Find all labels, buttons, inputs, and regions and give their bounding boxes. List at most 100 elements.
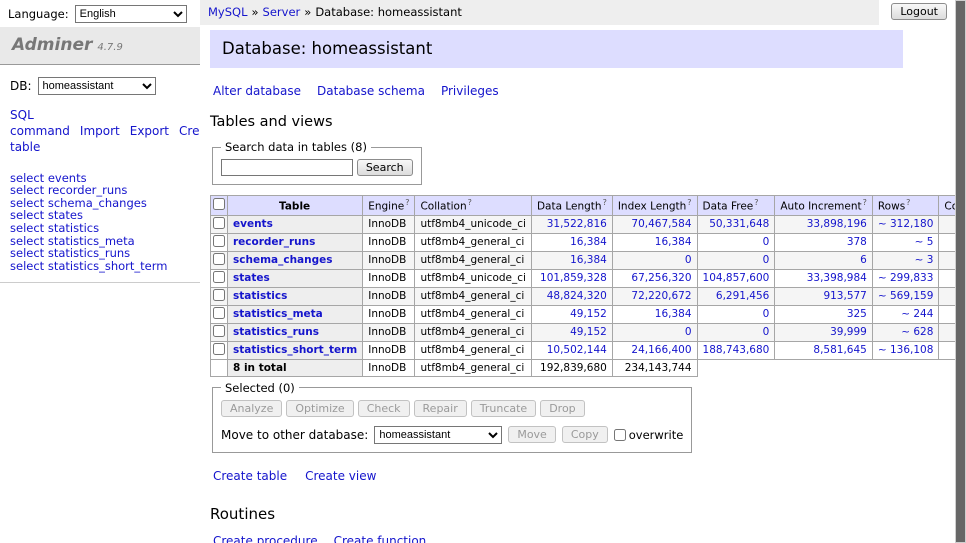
rows-link[interactable]: ~ 628 — [901, 326, 933, 338]
data-length-link[interactable]: 101,859,328 — [540, 272, 607, 284]
row-checkbox[interactable] — [213, 307, 225, 319]
bulk-action-button[interactable]: Truncate — [471, 400, 536, 417]
row-checkbox-cell — [211, 269, 228, 287]
row-checkbox[interactable] — [213, 343, 225, 355]
auto-increment-link[interactable]: 33,398,984 — [807, 272, 867, 284]
sidebar-link[interactable]: Import — [80, 124, 120, 138]
search-input[interactable] — [221, 159, 353, 176]
data-free-link[interactable]: 50,331,648 — [709, 218, 769, 230]
overwrite-checkbox[interactable] — [614, 429, 626, 441]
index-length-link[interactable]: 0 — [685, 254, 692, 266]
table-link[interactable]: statistics — [233, 290, 287, 302]
bulk-action-button[interactable]: Optimize — [286, 400, 353, 417]
logout-button[interactable]: Logout — [891, 3, 947, 20]
language-select[interactable]: English — [75, 5, 187, 23]
rows-link[interactable]: ~ 299,833 — [878, 272, 934, 284]
table-link[interactable]: events — [233, 218, 273, 230]
data-length-link[interactable]: 48,824,320 — [547, 290, 607, 302]
row-checkbox[interactable] — [213, 217, 225, 229]
routine-link[interactable]: Create procedure — [213, 534, 318, 543]
data-free-link[interactable]: 0 — [763, 236, 770, 248]
routine-link[interactable]: Create function — [334, 534, 427, 543]
table-link[interactable]: recorder_runs — [233, 236, 315, 248]
move-db-select[interactable]: homeassistant — [374, 426, 502, 444]
help-link[interactable]: ? — [603, 198, 607, 207]
data-free-link[interactable]: 104,857,600 — [703, 272, 770, 284]
bulk-action-button[interactable]: Drop — [540, 400, 584, 417]
row-checkbox[interactable] — [213, 289, 225, 301]
data-free-link[interactable]: 0 — [763, 254, 770, 266]
row-checkbox[interactable] — [213, 271, 225, 283]
data-free-link[interactable]: 0 — [763, 326, 770, 338]
auto-increment-link[interactable]: 39,999 — [830, 326, 867, 338]
auto-increment-link[interactable]: 8,581,645 — [813, 344, 866, 356]
help-link[interactable]: ? — [468, 198, 472, 207]
data-length-link[interactable]: 16,384 — [570, 254, 607, 266]
copy-button[interactable]: Copy — [562, 426, 608, 443]
rows-link[interactable]: ~ 5 — [915, 236, 934, 248]
index-length-link[interactable]: 70,467,584 — [631, 218, 691, 230]
bulk-action-button[interactable]: Repair — [414, 400, 467, 417]
search-button[interactable]: Search — [357, 159, 413, 176]
auto-increment-link[interactable]: 913,577 — [823, 290, 866, 302]
rows-link[interactable]: ~ 136,108 — [878, 344, 934, 356]
table-link[interactable]: statistics_meta — [233, 308, 323, 320]
index-length-link[interactable]: 16,384 — [655, 236, 692, 248]
rows-link[interactable]: ~ 244 — [901, 308, 933, 320]
table-link[interactable]: states — [233, 272, 270, 284]
index-length-link[interactable]: 72,220,672 — [631, 290, 691, 302]
scrollbar[interactable] — [955, 0, 966, 543]
create-link[interactable]: Create view — [305, 469, 376, 483]
data-length-cell: 31,522,816 — [531, 215, 612, 233]
move-button[interactable]: Move — [508, 426, 556, 443]
data-length-link[interactable]: 10,502,144 — [547, 344, 607, 356]
create-link[interactable]: Create table — [213, 469, 287, 483]
logo-band: Adminer4.7.9 — [0, 27, 200, 65]
auto-increment-link[interactable]: 325 — [847, 308, 867, 320]
rows-link[interactable]: ~ 3 — [915, 254, 934, 266]
breadcrumb-link-server[interactable]: Server — [263, 5, 301, 19]
index-length-link[interactable]: 16,384 — [655, 308, 692, 320]
rows-link[interactable]: ~ 312,180 — [878, 218, 934, 230]
auto-increment-link[interactable]: 33,898,196 — [807, 218, 867, 230]
sidebar-link[interactable]: SQL command — [10, 108, 70, 138]
db-select[interactable]: homeassistant — [38, 77, 156, 95]
help-link[interactable]: ? — [906, 198, 910, 207]
auto-increment-link[interactable]: 6 — [860, 254, 867, 266]
top-bar: MySQL»Server»Database: homeassistant Log… — [200, 0, 955, 25]
breadcrumb-link-mysql[interactable]: MySQL — [208, 5, 248, 19]
table-link[interactable]: schema_changes — [233, 254, 333, 266]
help-link[interactable]: ? — [863, 198, 867, 207]
data-free-link[interactable]: 6,291,456 — [716, 290, 769, 302]
bulk-action-button[interactable]: Check — [358, 400, 410, 417]
select-all-checkbox[interactable] — [213, 198, 225, 210]
table-link[interactable]: statistics_runs — [233, 326, 319, 338]
engine-cell: InnoDB — [363, 287, 415, 305]
index-length-link[interactable]: 0 — [685, 326, 692, 338]
row-checkbox[interactable] — [213, 253, 225, 265]
row-checkbox[interactable] — [213, 325, 225, 337]
scrollbar-thumb[interactable] — [956, 1, 965, 542]
row-checkbox[interactable] — [213, 235, 225, 247]
data-length-link[interactable]: 49,152 — [570, 326, 607, 338]
rows-link[interactable]: ~ 569,159 — [878, 290, 934, 302]
index-length-link[interactable]: 24,166,400 — [631, 344, 691, 356]
sidebar-link[interactable]: Export — [130, 124, 169, 138]
select-link[interactable]: select — [10, 259, 44, 273]
data-free-link[interactable]: 188,743,680 — [703, 344, 770, 356]
table-link[interactable]: statistics_short_term — [233, 344, 357, 356]
data-length-link[interactable]: 49,152 — [570, 308, 607, 320]
auto-increment-link[interactable]: 378 — [847, 236, 867, 248]
help-link[interactable]: ? — [754, 198, 758, 207]
index-length-link[interactable]: 67,256,320 — [631, 272, 691, 284]
help-link[interactable]: ? — [405, 198, 409, 207]
bulk-action-button[interactable]: Analyze — [221, 400, 282, 417]
db-action-link[interactable]: Database schema — [317, 84, 425, 98]
db-action-link[interactable]: Alter database — [213, 84, 301, 98]
help-link[interactable]: ? — [687, 198, 691, 207]
data-length-link[interactable]: 16,384 — [570, 236, 607, 248]
data-free-link[interactable]: 0 — [763, 308, 770, 320]
table-name-link[interactable]: statistics_short_term — [48, 259, 168, 273]
data-length-link[interactable]: 31,522,816 — [547, 218, 607, 230]
db-action-link[interactable]: Privileges — [441, 84, 499, 98]
